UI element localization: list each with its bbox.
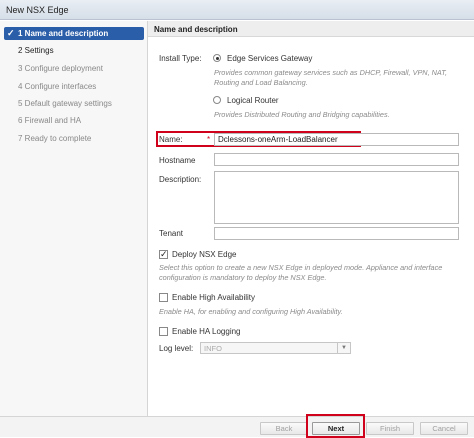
install-type-label: Install Type: bbox=[159, 54, 202, 63]
log-level-label: Log level: bbox=[159, 344, 194, 353]
logical-router-radio[interactable] bbox=[213, 96, 221, 104]
description-textarea[interactable] bbox=[214, 171, 459, 224]
wizard-footer: Back Next Finish Cancel bbox=[0, 414, 474, 438]
enable-ha-help: Enable HA, for enabling and configuring … bbox=[159, 307, 343, 316]
step-configure-interfaces[interactable]: 4 Configure interfaces bbox=[4, 80, 144, 93]
step-label: 3 Configure deployment bbox=[18, 64, 103, 73]
window-titlebar: New NSX Edge bbox=[0, 0, 474, 20]
step-label: 1 Name and description bbox=[18, 29, 109, 38]
step-label: 5 Default gateway settings bbox=[18, 99, 112, 108]
check-icon: ✓ bbox=[7, 28, 15, 38]
step-configure-deployment[interactable]: 3 Configure deployment bbox=[4, 62, 144, 75]
required-marker: * bbox=[207, 135, 211, 144]
log-level-select[interactable]: INFO ▼ bbox=[200, 342, 351, 354]
edge-services-gateway-help: Provides common gateway services such as… bbox=[214, 68, 448, 87]
main-panel: Name and description Install Type: Edge … bbox=[148, 21, 474, 416]
step-label: 7 Ready to complete bbox=[18, 134, 92, 143]
step-default-gateway-settings[interactable]: 5 Default gateway settings bbox=[4, 97, 144, 110]
step-label: 4 Configure interfaces bbox=[18, 82, 97, 91]
finish-button[interactable]: Finish bbox=[366, 422, 414, 435]
deploy-nsx-edge-help: Select this option to create a new NSX E… bbox=[159, 263, 443, 282]
wizard-steps: ✓ 1 Name and description 2 Settings 3 Co… bbox=[0, 21, 148, 416]
logical-router-label: Logical Router bbox=[227, 96, 279, 105]
back-button[interactable]: Back bbox=[260, 422, 308, 435]
step-name-and-description[interactable]: ✓ 1 Name and description bbox=[4, 27, 144, 40]
chevron-down-icon: ▼ bbox=[337, 343, 350, 353]
logical-router-help: Provides Distributed Routing and Bridgin… bbox=[214, 110, 390, 119]
description-label: Description: bbox=[159, 175, 202, 184]
hostname-label: Hostname bbox=[159, 156, 196, 165]
step-settings[interactable]: 2 Settings bbox=[4, 44, 144, 57]
enable-ha-label: Enable High Availability bbox=[172, 293, 256, 302]
deploy-nsx-edge-checkbox[interactable]: ✓ bbox=[159, 250, 168, 259]
enable-ha-logging-checkbox[interactable] bbox=[159, 327, 168, 336]
enable-ha-checkbox[interactable] bbox=[159, 293, 168, 302]
name-label: Name: bbox=[159, 135, 183, 144]
tenant-label: Tenant bbox=[159, 229, 184, 238]
section-title: Name and description bbox=[154, 25, 238, 34]
edge-services-gateway-radio[interactable] bbox=[213, 54, 221, 62]
step-label: 2 Settings bbox=[18, 46, 54, 55]
tenant-input[interactable] bbox=[214, 227, 459, 240]
section-header: Name and description bbox=[148, 21, 474, 37]
step-label: 6 Firewall and HA bbox=[18, 116, 82, 125]
hostname-input[interactable] bbox=[214, 153, 459, 166]
log-level-value: INFO bbox=[204, 344, 222, 353]
next-button[interactable]: Next bbox=[312, 422, 360, 435]
edge-services-gateway-label: Edge Services Gateway bbox=[227, 54, 313, 63]
step-firewall-and-ha[interactable]: 6 Firewall and HA bbox=[4, 114, 144, 127]
window-title: New NSX Edge bbox=[6, 5, 69, 15]
deploy-nsx-edge-label: Deploy NSX Edge bbox=[172, 250, 237, 259]
step-ready-to-complete[interactable]: 7 Ready to complete bbox=[4, 132, 144, 145]
enable-ha-logging-label: Enable HA Logging bbox=[172, 327, 241, 336]
cancel-button[interactable]: Cancel bbox=[420, 422, 468, 435]
name-input[interactable]: Dclessons-oneArm-LoadBalancer bbox=[214, 133, 459, 146]
